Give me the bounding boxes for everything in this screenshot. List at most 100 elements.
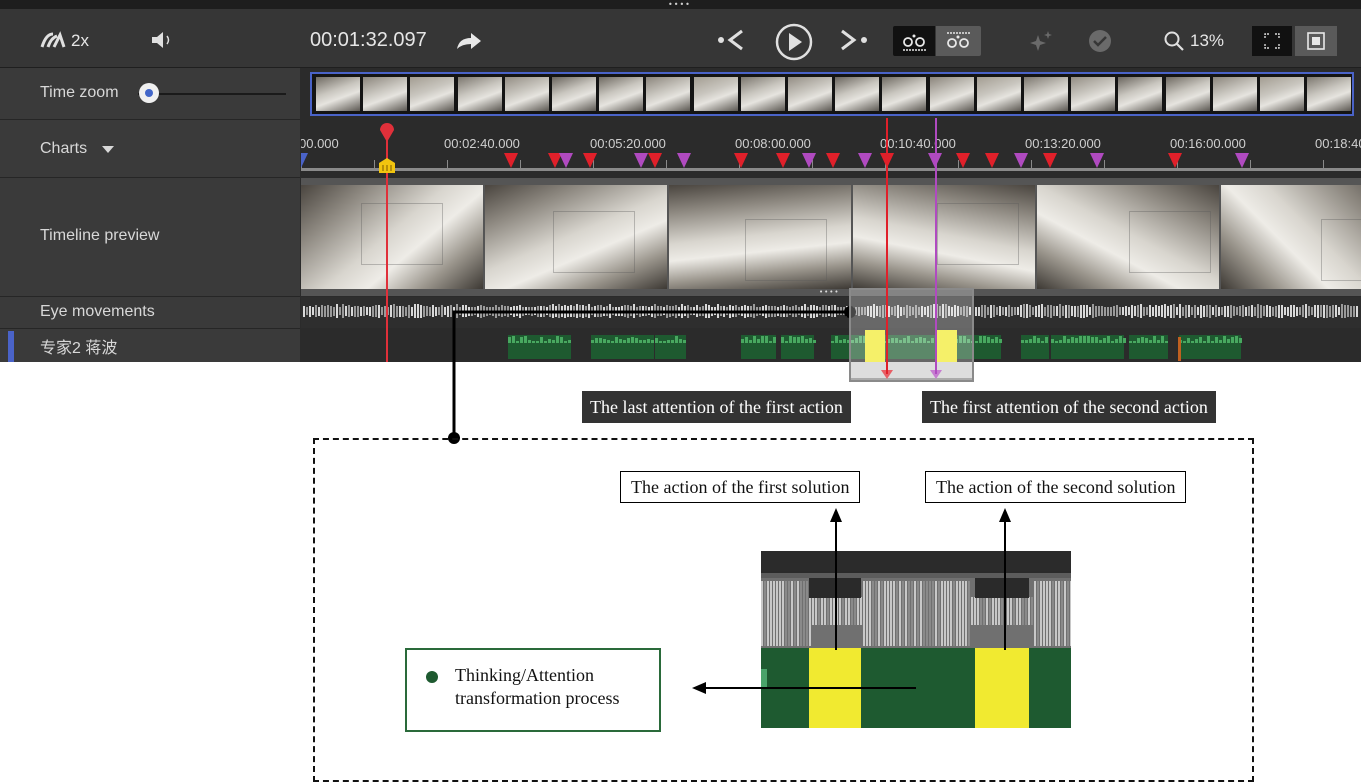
- time-zoom-slider-handle[interactable]: [139, 83, 159, 103]
- next-event-icon[interactable]: [838, 27, 870, 53]
- overview-thumbnail: [457, 77, 502, 111]
- play-icon[interactable]: [774, 22, 814, 62]
- eye-movement-sample: [363, 306, 365, 316]
- gaze-waveform-tick: [983, 336, 986, 343]
- eye-movement-sample: [366, 307, 368, 315]
- eye-movement-sample: [333, 306, 335, 316]
- eye-movement-sample: [1188, 305, 1190, 317]
- gaze-waveform-tick: [1211, 341, 1214, 343]
- bookmark-icon[interactable]: [377, 158, 397, 174]
- participant-row[interactable]: 专家2 蒋波: [0, 329, 300, 362]
- gaze-trail-icon: [947, 32, 971, 48]
- speed-label[interactable]: 2x: [71, 31, 89, 51]
- eye-movement-sample: [1041, 304, 1043, 318]
- event-marker-blue[interactable]: [301, 153, 308, 168]
- selection-region[interactable]: [849, 288, 974, 382]
- speaker-icon[interactable]: [150, 30, 176, 50]
- eye-movement-sample: [369, 306, 371, 316]
- overview-thumbnail: [740, 77, 785, 111]
- event-marker-purple[interactable]: [634, 153, 648, 168]
- event-marker-red[interactable]: [734, 153, 748, 168]
- first-solution-label: The action of the first solution: [620, 471, 861, 503]
- ruler-minor-tick: [520, 160, 521, 170]
- event-marker-purple[interactable]: [802, 153, 816, 168]
- gaze-dots-on-button[interactable]: [893, 26, 935, 56]
- fit-window-button[interactable]: [1295, 26, 1337, 56]
- event-marker-red[interactable]: [1168, 153, 1182, 168]
- eye-movement-sample: [381, 307, 383, 315]
- eye-movement-sample: [1275, 305, 1277, 317]
- event-marker-purple[interactable]: [858, 153, 872, 168]
- ruler-tick-label: 00:02:40.000: [444, 136, 520, 151]
- eye-movement-sample: [429, 306, 431, 316]
- window-resize-grip[interactable]: ••••: [0, 0, 1361, 9]
- gaze-waveform-tick: [1133, 341, 1136, 343]
- timeline-preview-strip[interactable]: [301, 178, 1361, 296]
- overview-thumbnail-strip[interactable]: [310, 72, 1354, 116]
- gaze-waveform-tick: [1115, 339, 1118, 343]
- time-zoom-row: Time zoom: [0, 68, 300, 120]
- eye-movement-sample: [1317, 304, 1319, 318]
- gaze-waveform-tick: [1025, 340, 1028, 343]
- zoom-level[interactable]: 13%: [1190, 31, 1224, 51]
- gaze-waveform-tick: [1161, 336, 1164, 343]
- eye-movement-sample: [309, 305, 311, 317]
- event-marker-purple[interactable]: [1090, 153, 1104, 168]
- verified-badge-icon[interactable]: [1087, 28, 1113, 54]
- charts-dropdown[interactable]: Charts: [40, 140, 87, 158]
- playhead-handle-icon[interactable]: [377, 120, 397, 144]
- magnifier-icon[interactable]: [1163, 30, 1185, 52]
- event-marker-red[interactable]: [826, 153, 840, 168]
- event-marker-red[interactable]: [985, 153, 999, 168]
- event-marker-purple[interactable]: [1235, 153, 1249, 168]
- share-arrow-icon[interactable]: [455, 31, 483, 51]
- event-marker-red[interactable]: [504, 153, 518, 168]
- overview-thumbnail: [1118, 77, 1163, 111]
- sparkle-icon[interactable]: [1028, 29, 1054, 53]
- zoom-eye-sample: [1067, 581, 1069, 646]
- previous-event-icon[interactable]: [716, 27, 748, 53]
- event-marker-purple[interactable]: [677, 153, 691, 168]
- eye-movement-sample: [1296, 306, 1298, 316]
- eye-movement-sample: [1245, 306, 1247, 316]
- eye-movement-sample: [1173, 304, 1175, 318]
- eye-movement-sample: [1200, 304, 1202, 318]
- gaze-waveform-tick: [1141, 337, 1144, 343]
- eye-movement-sample: [1134, 306, 1136, 316]
- eye-movement-sample: [1206, 305, 1208, 317]
- event-marker-purple[interactable]: [559, 153, 573, 168]
- event-marker-red[interactable]: [583, 153, 597, 168]
- event-marker-red[interactable]: [956, 153, 970, 168]
- time-ruler[interactable]: 00.000 00:02:40.000 00:05:20.000 00:08:00.0…: [301, 120, 1361, 177]
- ruler-tick-label: 00:10:40.000: [880, 136, 956, 151]
- time-zoom-slider-track[interactable]: [138, 93, 286, 95]
- event-marker-red[interactable]: [776, 153, 790, 168]
- eye-movement-sample: [1344, 304, 1346, 318]
- gaze-waveform-tick: [1119, 336, 1122, 343]
- overview-thumbnail: [410, 77, 455, 111]
- eye-movement-sample: [1233, 306, 1235, 316]
- gaze-dots-off-button[interactable]: [936, 26, 981, 56]
- chevron-down-icon[interactable]: [102, 146, 114, 154]
- track-grip-icon[interactable]: ••••: [819, 289, 843, 296]
- event-marker-purple[interactable]: [1014, 153, 1028, 168]
- gaze-waveform-tick: [1183, 341, 1186, 343]
- charts-row: Charts: [0, 120, 300, 178]
- event-marker-red[interactable]: [1043, 153, 1057, 168]
- speedometer-icon[interactable]: [40, 31, 66, 49]
- eye-movement-sample: [423, 305, 425, 317]
- event-marker-red[interactable]: [648, 153, 662, 168]
- gaze-waveform-tick: [1103, 338, 1106, 343]
- eye-movement-sample: [303, 305, 305, 317]
- eye-movement-sample: [1167, 306, 1169, 316]
- fullscreen-button[interactable]: [1252, 26, 1292, 56]
- zoom-eye-sample: [1064, 581, 1066, 646]
- eye-movement-sample: [1014, 307, 1016, 315]
- gaze-waveform-tick: [1063, 336, 1066, 343]
- eye-movement-sample: [1155, 305, 1157, 317]
- eye-movement-sample: [1278, 304, 1280, 318]
- eye-movement-sample: [1137, 305, 1139, 317]
- eye-movement-sample: [975, 306, 977, 316]
- eye-movement-sample: [1218, 306, 1220, 316]
- eye-movement-sample: [981, 305, 983, 317]
